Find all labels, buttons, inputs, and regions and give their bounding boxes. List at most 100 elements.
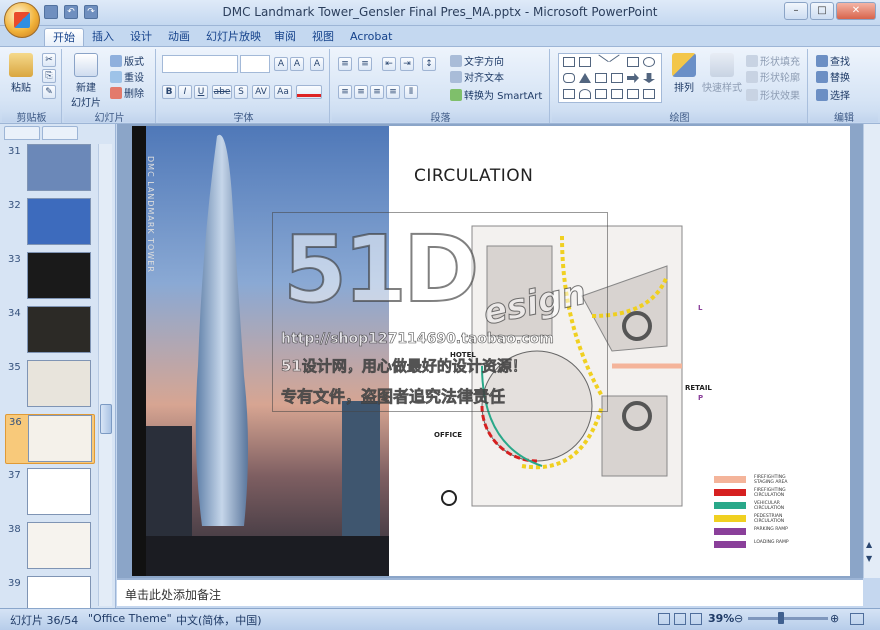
zoom-level[interactable]: 39%	[708, 612, 734, 625]
slide-thumbnail[interactable]: 37	[5, 468, 95, 518]
shape-elbow-icon[interactable]	[595, 73, 607, 83]
slide-scrollbar[interactable]: ▲ ▼	[863, 124, 880, 578]
char-spacing-button[interactable]: AV	[252, 85, 270, 99]
bold-button[interactable]: B	[162, 85, 176, 99]
shape-arc-icon[interactable]	[579, 89, 591, 99]
slide-thumbnail[interactable]: 32	[5, 198, 95, 248]
shape-oval-icon[interactable]	[643, 57, 655, 67]
maximize-button[interactable]: □	[810, 2, 834, 20]
shape-misc1-icon[interactable]	[563, 89, 575, 99]
zoom-slider-knob[interactable]	[778, 612, 784, 624]
delete-button[interactable]: 删除	[110, 85, 144, 100]
slide-thumbnail[interactable]: 36	[5, 414, 95, 464]
replace-button[interactable]: 替换	[816, 69, 850, 84]
shape-curve-icon[interactable]	[595, 89, 607, 99]
shape-rounded-icon[interactable]	[563, 73, 575, 83]
prev-slide-icon[interactable]: ▲	[866, 540, 872, 549]
shape-triangle-icon[interactable]	[579, 73, 591, 83]
justify-icon[interactable]: ≡	[386, 85, 400, 99]
tab-view[interactable]: 视图	[304, 28, 342, 46]
thumbnail-scrollbar[interactable]	[98, 144, 112, 606]
tab-animations[interactable]: 动画	[160, 28, 198, 46]
shape-fill-button[interactable]: 形状填充	[746, 53, 800, 68]
slide-thumbnail[interactable]: 33	[5, 252, 95, 302]
select-button[interactable]: 选择	[816, 87, 850, 102]
legend-label: PEDESTRIAN CIRCULATION	[754, 514, 785, 524]
text-direction-button[interactable]: 文字方向	[450, 53, 504, 68]
fit-window-icon[interactable]	[850, 613, 864, 625]
bullets-icon[interactable]: ≡	[338, 57, 352, 71]
notes-pane[interactable]: 单击此处添加备注	[117, 578, 863, 606]
shape-brace2-icon[interactable]	[643, 89, 655, 99]
shape-outline-button[interactable]: 形状轮廓	[746, 69, 800, 84]
shape-brace-icon[interactable]	[627, 89, 639, 99]
grow-font-button[interactable]: A	[274, 57, 288, 71]
tab-design[interactable]: 设计	[122, 28, 160, 46]
office-button[interactable]	[4, 2, 40, 38]
slide-canvas[interactable]: DMC LANDMARK TOWER CIRCULATION HOTEL OFF…	[132, 126, 850, 576]
tab-review[interactable]: 审阅	[266, 28, 304, 46]
close-button[interactable]: ✕	[836, 2, 876, 20]
font-size-select[interactable]	[240, 55, 270, 73]
tab-acrobat[interactable]: Acrobat	[342, 28, 400, 46]
shape-elbow2-icon[interactable]	[611, 73, 623, 83]
shape-textbox-icon[interactable]	[563, 57, 575, 67]
reset-button[interactable]: 重设	[110, 69, 144, 84]
cut-icon[interactable]: ✂	[42, 53, 56, 67]
shape-rect2-icon[interactable]	[627, 57, 639, 67]
outline-tab[interactable]	[42, 126, 78, 140]
arrange-button[interactable]: 排列	[670, 53, 698, 94]
shape-rect-icon[interactable]	[579, 57, 591, 67]
tab-insert[interactable]: 插入	[84, 28, 122, 46]
slide-thumbnail[interactable]: 31	[5, 144, 95, 194]
paste-button[interactable]: 粘贴	[8, 53, 34, 94]
zoom-slider[interactable]	[748, 617, 828, 620]
slideshow-view-icon[interactable]	[690, 613, 702, 625]
decrease-indent-icon[interactable]: ⇤	[382, 57, 396, 71]
shape-line2-icon[interactable]	[609, 54, 625, 70]
zoom-in-icon[interactable]: ⊕	[830, 612, 839, 625]
align-text-button[interactable]: 对齐文本	[450, 69, 504, 84]
shape-misc2-icon[interactable]	[611, 89, 623, 99]
underline-button[interactable]: U	[194, 85, 208, 99]
shapes-gallery[interactable]	[558, 53, 662, 103]
shape-arrow-icon[interactable]	[627, 73, 639, 83]
slides-tab[interactable]	[4, 126, 40, 140]
change-case-button[interactable]: Aa	[274, 85, 292, 99]
slide-thumbnail[interactable]: 35	[5, 360, 95, 410]
tab-slideshow[interactable]: 幻灯片放映	[198, 28, 269, 46]
normal-view-icon[interactable]	[658, 613, 670, 625]
find-button[interactable]: 查找	[816, 53, 850, 68]
minimize-button[interactable]: –	[784, 2, 808, 20]
smartart-button[interactable]: 转换为 SmartArt	[450, 87, 542, 102]
shadow-button[interactable]: S	[234, 85, 248, 99]
next-slide-icon[interactable]: ▼	[866, 554, 872, 563]
columns-icon[interactable]: ⫴	[404, 85, 418, 99]
align-right-icon[interactable]: ≡	[370, 85, 384, 99]
slide-thumbnail[interactable]: 34	[5, 306, 95, 356]
shape-line-icon[interactable]	[593, 54, 609, 70]
copy-icon[interactable]: ⎘	[42, 69, 56, 83]
italic-button[interactable]: I	[178, 85, 192, 99]
zoom-out-icon[interactable]: ⊖	[734, 612, 743, 625]
new-slide-button[interactable]: 新建 幻灯片	[68, 53, 104, 109]
clear-format-button[interactable]: A	[310, 57, 324, 71]
strikethrough-button[interactable]: abe	[212, 85, 232, 99]
tab-home[interactable]: 开始	[44, 28, 84, 46]
sorter-view-icon[interactable]	[674, 613, 686, 625]
layout-button[interactable]: 版式	[110, 53, 144, 68]
scroll-thumb[interactable]	[100, 404, 112, 434]
font-color-button[interactable]	[296, 85, 322, 99]
shrink-font-button[interactable]: A	[290, 57, 304, 71]
shape-down-arrow-icon[interactable]	[643, 73, 655, 83]
line-spacing-icon[interactable]: ↕	[422, 57, 436, 71]
quick-styles-button[interactable]: 快速样式	[702, 53, 742, 94]
shape-effects-button[interactable]: 形状效果	[746, 87, 800, 102]
font-family-select[interactable]	[162, 55, 238, 73]
slide-thumbnail[interactable]: 38	[5, 522, 95, 572]
align-left-icon[interactable]: ≡	[338, 85, 352, 99]
format-painter-icon[interactable]: ✎	[42, 85, 56, 99]
numbering-icon[interactable]: ≡	[358, 57, 372, 71]
align-center-icon[interactable]: ≡	[354, 85, 368, 99]
increase-indent-icon[interactable]: ⇥	[400, 57, 414, 71]
